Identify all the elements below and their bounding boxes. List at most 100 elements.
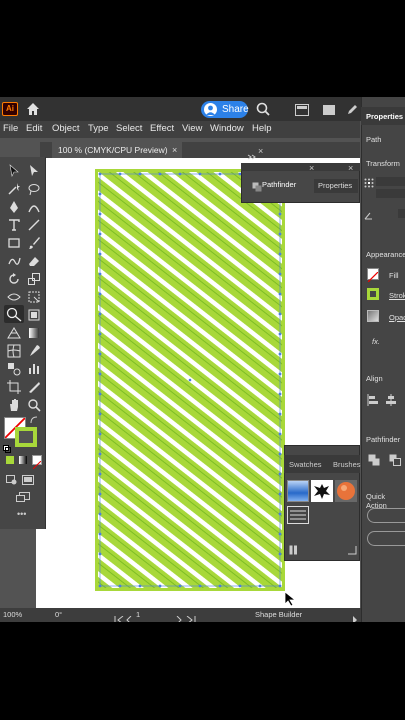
anchor-point[interactable]: [158, 172, 162, 176]
gradient-mode-icon[interactable]: [19, 456, 27, 464]
menu-effect[interactable]: Effect: [150, 123, 174, 134]
anchor-point[interactable]: [218, 172, 222, 176]
blend-tool-icon[interactable]: [7, 362, 21, 376]
anchor-point[interactable]: [278, 212, 282, 216]
menu-view[interactable]: View: [182, 123, 202, 134]
type-tool-icon[interactable]: [7, 218, 21, 232]
anchor-point[interactable]: [98, 212, 102, 216]
menu-file[interactable]: File: [3, 123, 18, 134]
direct-selection-tool-icon[interactable]: [27, 164, 41, 178]
artboard-number[interactable]: 1: [136, 610, 140, 619]
fx-button[interactable]: fx.: [372, 337, 380, 346]
swatches-tab[interactable]: Swatches: [289, 460, 322, 469]
change-screen-mode-icon[interactable]: [16, 489, 30, 507]
live-paint-bucket-icon[interactable]: [27, 308, 41, 322]
eraser-tool-icon[interactable]: [27, 254, 41, 268]
shape-builder-tool-icon[interactable]: [4, 305, 24, 323]
striped-rectangle-artwork[interactable]: [95, 169, 285, 591]
anchor-point[interactable]: [278, 252, 282, 256]
close-panel-icon[interactable]: ×: [258, 146, 263, 156]
lasso-tool-icon[interactable]: [27, 182, 41, 196]
anchor-point[interactable]: [98, 252, 102, 256]
menu-edit[interactable]: Edit: [26, 123, 42, 134]
anchor-point[interactable]: [98, 512, 102, 516]
close-subpanel-icon[interactable]: ×: [309, 163, 314, 173]
menu-object[interactable]: Object: [52, 123, 79, 134]
menu-window[interactable]: Window: [210, 123, 244, 134]
anchor-point[interactable]: [98, 452, 102, 456]
anchor-point[interactable]: [178, 584, 182, 588]
anchor-point[interactable]: [278, 372, 282, 376]
tab-close-button[interactable]: ×: [172, 142, 177, 158]
anchor-point[interactable]: [98, 172, 102, 176]
anchor-point[interactable]: [278, 552, 282, 556]
home-icon[interactable]: [25, 101, 41, 117]
anchor-point[interactable]: [278, 292, 282, 296]
stroke-indicator[interactable]: [367, 288, 379, 300]
width-tool-icon[interactable]: [7, 290, 21, 304]
anchor-point[interactable]: [98, 392, 102, 396]
properties-tab[interactable]: Properties: [314, 179, 358, 193]
swatch-black-splatter[interactable]: [311, 480, 333, 502]
next-artboard-icon[interactable]: [176, 611, 182, 622]
anchor-point[interactable]: [98, 332, 102, 336]
anchor-point[interactable]: [98, 372, 102, 376]
anchor-point[interactable]: [118, 172, 122, 176]
menu-type[interactable]: Type: [88, 123, 109, 134]
anchor-point[interactable]: [98, 492, 102, 496]
last-artboard-icon[interactable]: [186, 611, 196, 622]
artboard-tool-icon[interactable]: [7, 380, 21, 394]
anchor-point[interactable]: [278, 492, 282, 496]
anchor-point[interactable]: [278, 432, 282, 436]
screen-mode-icon[interactable]: [22, 472, 34, 490]
rectangle-tool-icon[interactable]: [7, 236, 21, 250]
anchor-point[interactable]: [278, 332, 282, 336]
collapse-panel-icon[interactable]: [247, 147, 257, 165]
anchor-point[interactable]: [98, 584, 102, 588]
properties-title[interactable]: Properties: [366, 112, 403, 121]
anchor-point[interactable]: [98, 272, 102, 276]
magic-wand-tool-icon[interactable]: [7, 182, 21, 196]
align-center-icon[interactable]: [385, 393, 397, 411]
learn-panel-icon[interactable]: [322, 103, 336, 115]
anchor-point[interactable]: [98, 232, 102, 236]
anchor-point[interactable]: [258, 584, 262, 588]
anchor-point[interactable]: [178, 172, 182, 176]
perspective-grid-icon[interactable]: [7, 326, 21, 340]
slice-tool-icon[interactable]: [27, 380, 41, 394]
curvature-tool-icon[interactable]: [27, 200, 41, 214]
pen-tool-icon[interactable]: [7, 200, 21, 214]
anchor-point[interactable]: [278, 512, 282, 516]
selection-tool-icon[interactable]: [7, 164, 21, 178]
edit-pen-icon[interactable]: [346, 103, 358, 115]
status-menu-arrow-icon[interactable]: [352, 611, 358, 622]
anchor-point[interactable]: [278, 584, 282, 588]
zoom-tool-icon[interactable]: [27, 398, 41, 412]
swatch-blue-gradient[interactable]: [287, 480, 309, 502]
anchor-point[interactable]: [278, 532, 282, 536]
new-swatch-icon[interactable]: [347, 542, 357, 560]
anchor-point[interactable]: [278, 452, 282, 456]
anchor-point[interactable]: [98, 292, 102, 296]
anchor-point[interactable]: [98, 532, 102, 536]
anchor-point[interactable]: [98, 552, 102, 556]
zoom-level[interactable]: 100%: [3, 610, 22, 619]
pathfinder-tab[interactable]: Pathfinder: [262, 180, 296, 189]
anchor-point[interactable]: [98, 432, 102, 436]
width-field[interactable]: [398, 209, 405, 218]
y-position-field[interactable]: [376, 189, 405, 198]
anchor-point[interactable]: [118, 584, 122, 588]
document-tab[interactable]: 100 % (CMYK/CPU Preview): [52, 142, 182, 158]
previous-artboard-icon[interactable]: [126, 611, 132, 622]
none-mode-icon[interactable]: [32, 455, 42, 470]
anchor-point[interactable]: [98, 312, 102, 316]
free-transform-tool-icon[interactable]: [27, 290, 41, 304]
anchor-point[interactable]: [138, 172, 142, 176]
opacity-label[interactable]: Opacity: [389, 313, 405, 322]
fill-none-indicator[interactable]: [367, 268, 379, 283]
rotate-tool-icon[interactable]: [7, 272, 21, 286]
anchor-point[interactable]: [278, 272, 282, 276]
anchor-point[interactable]: [278, 352, 282, 356]
draw-mode-icon[interactable]: [6, 472, 18, 490]
line-segment-tool-icon[interactable]: [27, 218, 41, 232]
